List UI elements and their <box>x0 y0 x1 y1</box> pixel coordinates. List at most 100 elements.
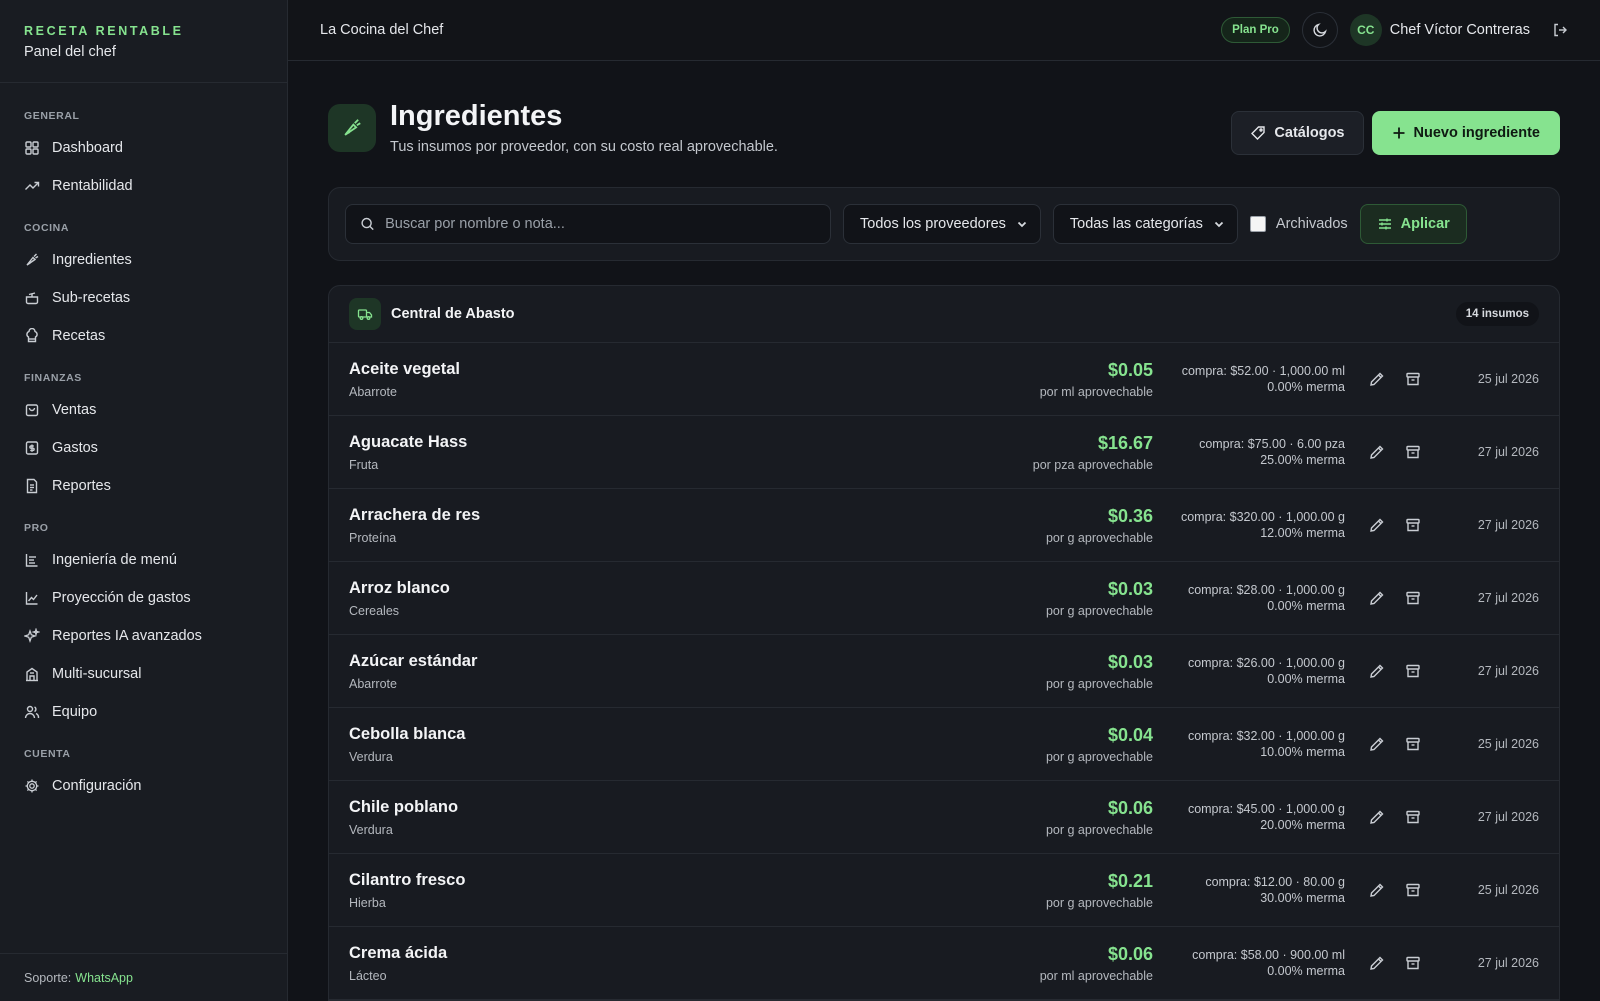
sidebar-item-dashboard[interactable]: Dashboard <box>0 129 287 167</box>
edit-icon[interactable] <box>1369 371 1385 387</box>
receipt-dollar-icon <box>24 440 40 456</box>
ingredient-name: Arrachera de res <box>349 505 481 524</box>
apply-label: Aplicar <box>1400 216 1450 232</box>
sidebar-item-label: Ingredientes <box>52 252 132 268</box>
sparkles-icon <box>24 628 40 644</box>
ingredient-date: 27 jul 2026 <box>1477 445 1539 459</box>
sidebar-item-reportes[interactable]: Reportes <box>0 467 287 505</box>
ingredient-waste: 20.00% merma <box>1260 818 1345 832</box>
ingredient-row[interactable]: Azúcar estándar Abarrote $0.03 por g apr… <box>329 635 1559 708</box>
archive-icon[interactable] <box>1405 590 1421 606</box>
ingredient-name: Chile poblano <box>349 797 459 816</box>
sidebar-item-multisucursal[interactable]: Multi-sucursal <box>0 655 287 693</box>
category-select[interactable]: Todas las categorías <box>1052 204 1238 244</box>
ingredient-category: Verdura <box>349 822 393 837</box>
chef-hat-icon <box>24 328 40 344</box>
theme-toggle-button[interactable] <box>1301 12 1338 48</box>
brand-subtitle: Panel del chef <box>24 44 116 60</box>
edit-icon[interactable] <box>1369 663 1385 679</box>
catalogs-button[interactable]: Catálogos <box>1231 111 1364 155</box>
sidebar-item-recetas[interactable]: Recetas <box>0 317 287 355</box>
ingredient-category: Proteína <box>349 530 397 545</box>
edit-icon[interactable] <box>1369 955 1385 971</box>
ingredient-cost-unit: por pza aprovechable <box>1032 457 1153 472</box>
ingredient-name: Arroz blanco <box>349 578 450 597</box>
ingredient-purchase: compra: $58.00 · 900.00 ml <box>1192 948 1345 962</box>
ingredient-row[interactable]: Cebolla blanca Verdura $0.04 por g aprov… <box>329 708 1559 781</box>
ingredient-row[interactable]: Arrachera de res Proteína $0.36 por g ap… <box>329 489 1559 562</box>
dashboard-icon <box>24 140 40 156</box>
ingredient-row[interactable]: Aguacate Hass Fruta $16.67 por pza aprov… <box>329 416 1559 489</box>
ingredient-name: Cebolla blanca <box>349 724 466 743</box>
archive-icon[interactable] <box>1405 517 1421 533</box>
edit-icon[interactable] <box>1369 736 1385 752</box>
search-input[interactable] <box>385 216 816 232</box>
ingredient-waste: 0.00% merma <box>1267 380 1345 394</box>
sidebar-item-label: Sub-recetas <box>52 290 131 306</box>
ingredient-cost-unit: por ml aprovechable <box>1039 968 1153 983</box>
ingredient-date: 27 jul 2026 <box>1477 591 1539 605</box>
edit-icon[interactable] <box>1369 882 1385 898</box>
archive-icon[interactable] <box>1405 882 1421 898</box>
archive-icon[interactable] <box>1405 371 1421 387</box>
edit-icon[interactable] <box>1369 809 1385 825</box>
ingredient-category: Lácteo <box>349 968 387 983</box>
edit-icon[interactable] <box>1369 517 1385 533</box>
nav-section-finanzas: FINANZAS <box>24 372 82 384</box>
archive-icon[interactable] <box>1405 736 1421 752</box>
ingredient-row[interactable]: Arroz blanco Cereales $0.03 por g aprove… <box>329 562 1559 635</box>
ingredient-cost: $0.06 <box>1107 797 1153 818</box>
sidebar-item-rentabilidad[interactable]: Rentabilidad <box>0 167 287 205</box>
archive-icon[interactable] <box>1405 955 1421 971</box>
content: Ingredientes Tus insumos por proveedor, … <box>288 61 1600 1001</box>
archive-icon[interactable] <box>1405 444 1421 460</box>
ingredient-row[interactable]: Crema ácida Lácteo $0.06 por ml aprovech… <box>329 927 1559 1000</box>
ingredient-cost: $16.67 <box>1097 432 1153 453</box>
sidebar-item-equipo[interactable]: Equipo <box>0 693 287 731</box>
sidebar-item-ingenieria[interactable]: Ingeniería de menú <box>0 541 287 579</box>
avatar[interactable]: CC <box>1349 14 1382 46</box>
sidebar-item-label: Dashboard <box>52 140 123 156</box>
sidebar-item-configuracion[interactable]: Configuración <box>0 767 287 805</box>
ingredient-row[interactable]: Chile poblano Verdura $0.06 por g aprove… <box>329 781 1559 854</box>
sidebar-item-gastos[interactable]: Gastos <box>0 429 287 467</box>
logout-icon[interactable] <box>1552 22 1568 38</box>
archive-icon[interactable] <box>1405 663 1421 679</box>
ingredient-cost: $0.36 <box>1107 505 1153 526</box>
new-ingredient-button[interactable]: Nuevo ingrediente <box>1371 111 1560 155</box>
sidebar-item-subrecetas[interactable]: Sub-recetas <box>0 279 287 317</box>
main: La Cocina del Chef Plan Pro CC Chef Víct… <box>288 0 1600 1001</box>
topbar-right: Plan Pro CC Chef Víctor Contreras <box>1221 12 1568 48</box>
ingredient-row[interactable]: Cilantro fresco Hierba $0.21 por g aprov… <box>329 854 1559 927</box>
ingredient-row[interactable]: Aceite vegetal Abarrote $0.05 por ml apr… <box>329 343 1559 416</box>
user-name[interactable]: Chef Víctor Contreras <box>1390 22 1530 38</box>
ingredient-category: Abarrote <box>349 676 397 691</box>
ingredient-date: 25 jul 2026 <box>1477 737 1539 751</box>
chevron-down-icon <box>1017 221 1027 228</box>
ingredient-category: Verdura <box>349 749 393 764</box>
whatsapp-link[interactable]: WhatsApp <box>75 971 133 985</box>
sidebar-item-ingredientes[interactable]: Ingredientes <box>0 241 287 279</box>
chevron-down-icon <box>1214 221 1224 228</box>
archived-checkbox[interactable] <box>1249 216 1266 232</box>
document-icon <box>24 478 40 494</box>
provider-select[interactable]: Todos los proveedores <box>843 204 1041 244</box>
supplier-count-badge: 14 insumos <box>1455 302 1539 326</box>
sidebar-item-ventas[interactable]: Ventas <box>0 391 287 429</box>
apply-button[interactable]: Aplicar <box>1359 204 1467 244</box>
archived-filter[interactable]: Archivados <box>1249 216 1348 232</box>
menu-list-icon <box>24 552 40 568</box>
brand-title: RECETA RENTABLE <box>24 24 184 38</box>
ingredient-cost: $0.03 <box>1107 651 1153 672</box>
sidebar-item-reportes-ia[interactable]: Reportes IA avanzados <box>0 617 287 655</box>
search-box[interactable] <box>345 204 831 244</box>
sidebar-item-proyeccion[interactable]: Proyección de gastos <box>0 579 287 617</box>
ingredient-date: 27 jul 2026 <box>1477 518 1539 532</box>
ingredient-category: Abarrote <box>349 384 397 399</box>
ingredient-date: 25 jul 2026 <box>1477 372 1539 386</box>
ingredient-cost-unit: por g aprovechable <box>1045 676 1153 691</box>
sidebar-item-label: Rentabilidad <box>52 178 133 194</box>
edit-icon[interactable] <box>1369 444 1385 460</box>
edit-icon[interactable] <box>1369 590 1385 606</box>
archive-icon[interactable] <box>1405 809 1421 825</box>
